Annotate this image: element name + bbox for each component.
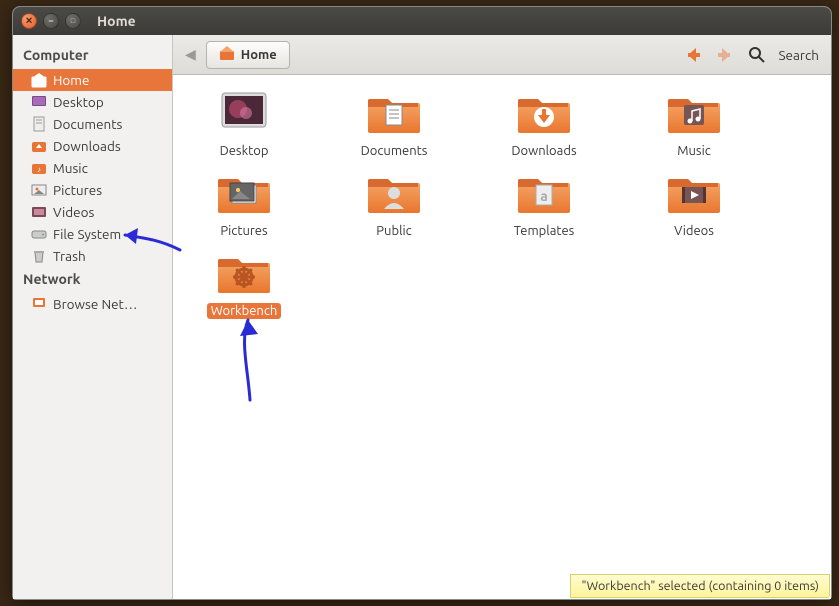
sidebar: Computer Home Desktop Documents Download…	[13, 35, 173, 599]
folder-item-documents[interactable]: Documents	[339, 87, 449, 159]
sidebar-heading-computer: Computer	[13, 43, 172, 69]
pathbar-home-button[interactable]: Home	[206, 41, 290, 69]
folder-label: Desktop	[216, 143, 273, 159]
folder-label: Videos	[670, 223, 718, 239]
search-label[interactable]: Search	[778, 47, 819, 63]
folder-item-pictures[interactable]: Pictures	[189, 167, 299, 239]
nav-forward-button[interactable]	[714, 44, 736, 66]
network-icon	[31, 296, 47, 312]
pictures-icon	[31, 182, 47, 198]
sidebar-item-browse-network[interactable]: Browse Net…	[13, 293, 172, 315]
folder-icon	[216, 247, 272, 299]
sidebar-item-label: Trash	[53, 248, 86, 264]
folder-icon	[366, 87, 422, 139]
folder-icon: a	[516, 167, 572, 219]
folder-icon	[666, 87, 722, 139]
sidebar-item-label: Music	[53, 160, 88, 176]
home-icon	[219, 45, 235, 64]
status-bar: "Workbench" selected (containing 0 items…	[570, 574, 830, 598]
folder-item-public[interactable]: Public	[339, 167, 449, 239]
sidebar-item-music[interactable]: ♪ Music	[13, 157, 172, 179]
folder-label: Downloads	[507, 143, 580, 159]
folder-icon	[216, 167, 272, 219]
sidebar-heading-network: Network	[13, 267, 172, 293]
folder-item-music[interactable]: Music	[639, 87, 749, 159]
trash-icon	[31, 248, 47, 264]
main-pane: ◀ Home Search Desktop Documents Download…	[173, 35, 831, 599]
sidebar-item-label: Documents	[53, 116, 122, 132]
sidebar-item-label: Home	[53, 72, 89, 88]
close-button[interactable]	[21, 13, 37, 29]
folder-item-downloads[interactable]: Downloads	[489, 87, 599, 159]
folder-label: Documents	[357, 143, 432, 159]
minimize-button[interactable]	[43, 13, 59, 29]
folder-icon	[666, 167, 722, 219]
music-icon: ♪	[31, 160, 47, 176]
sidebar-item-label: Browse Net…	[53, 296, 137, 312]
pathbar-label: Home	[241, 48, 277, 62]
videos-icon	[31, 204, 47, 220]
sidebar-item-home[interactable]: Home	[13, 69, 172, 91]
path-back-icon[interactable]: ◀	[185, 46, 196, 63]
window-body: Computer Home Desktop Documents Download…	[13, 35, 831, 599]
folder-label: Templates	[510, 223, 579, 239]
sidebar-item-label: Desktop	[53, 94, 104, 110]
sidebar-item-documents[interactable]: Documents	[13, 113, 172, 135]
file-manager-window: Home Computer Home Desktop Documents Dow…	[12, 6, 832, 600]
maximize-button[interactable]	[65, 13, 81, 29]
titlebar[interactable]: Home	[13, 7, 831, 35]
sidebar-item-label: Videos	[53, 204, 94, 220]
sidebar-item-label: File System	[53, 226, 121, 242]
sidebar-item-trash[interactable]: Trash	[13, 245, 172, 267]
icon-view[interactable]: Desktop Documents Downloads Music Pictur…	[173, 75, 831, 599]
sidebar-item-downloads[interactable]: Downloads	[13, 135, 172, 157]
nav-back-button[interactable]	[682, 44, 704, 66]
status-text: "Workbench" selected (containing 0 items…	[581, 579, 819, 593]
sidebar-item-pictures[interactable]: Pictures	[13, 179, 172, 201]
disk-icon	[31, 226, 47, 242]
svg-text:a: a	[540, 188, 548, 204]
sidebar-item-filesystem[interactable]: File System	[13, 223, 172, 245]
svg-text:♪: ♪	[37, 165, 41, 174]
sidebar-item-videos[interactable]: Videos	[13, 201, 172, 223]
folder-icon	[366, 167, 422, 219]
folder-icon	[516, 87, 572, 139]
folder-label: Pictures	[216, 223, 271, 239]
sidebar-item-desktop[interactable]: Desktop	[13, 91, 172, 113]
downloads-icon	[31, 138, 47, 154]
sidebar-item-label: Pictures	[53, 182, 102, 198]
search-icon[interactable]	[746, 44, 768, 66]
documents-icon	[31, 116, 47, 132]
folder-item-workbench[interactable]: Workbench	[189, 247, 299, 319]
window-title: Home	[97, 13, 136, 29]
folder-label: Music	[673, 143, 715, 159]
folder-icon	[216, 87, 272, 139]
folder-label: Workbench	[207, 303, 282, 319]
folder-item-templates[interactable]: a Templates	[489, 167, 599, 239]
folder-item-desktop[interactable]: Desktop	[189, 87, 299, 159]
home-icon	[31, 72, 47, 88]
folder-item-videos[interactable]: Videos	[639, 167, 749, 239]
toolbar: ◀ Home Search	[173, 35, 831, 75]
desktop-icon	[31, 94, 47, 110]
folder-label: Public	[372, 223, 415, 239]
window-controls	[21, 13, 81, 29]
sidebar-item-label: Downloads	[53, 138, 121, 154]
